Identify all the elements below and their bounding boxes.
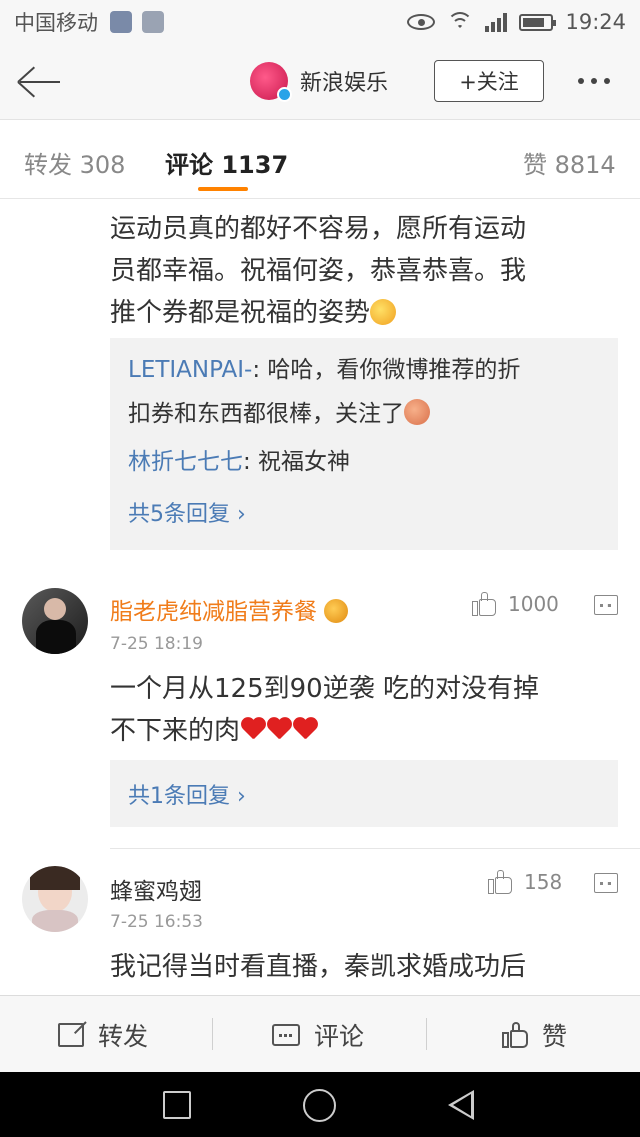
account-info[interactable]: 新浪娱乐: [250, 62, 389, 102]
more-replies-link[interactable]: 共1条回复 ›: [128, 778, 246, 810]
repost-button[interactable]: 转发: [58, 996, 148, 1073]
heart-emoji-icon: [240, 718, 266, 742]
reply-username[interactable]: LETIANPAI-: [128, 357, 252, 383]
reply-item[interactable]: 林折七七七: 祝福女神: [128, 444, 606, 480]
thumb-up-icon: [488, 870, 512, 894]
comment-time: 7-25 18:19: [110, 634, 203, 654]
wifi-icon: [447, 12, 474, 32]
tab-repost[interactable]: 转发 308: [24, 145, 125, 180]
active-tab-indicator: [198, 187, 248, 191]
reply-box[interactable]: 共1条回复 ›: [110, 760, 618, 827]
comment-item: 蜂蜜鸡翅 7-25 16:53 158 我记得当时看直播，秦凯求婚成功后: [0, 850, 640, 995]
like-button[interactable]: 158: [488, 870, 562, 894]
comment-icon: [272, 1023, 300, 1046]
comment-button[interactable]: 评论: [272, 996, 364, 1073]
crown-emoji-icon: [324, 599, 349, 623]
clock: 19:24: [565, 10, 626, 34]
comment-text: 一个月从125到90逆袭 吃的对没有掉 不下来的肉: [110, 674, 539, 746]
tab-likes[interactable]: 赞 8814: [523, 145, 616, 180]
account-avatar: [250, 62, 292, 102]
recent-apps-icon[interactable]: [163, 1091, 191, 1119]
comment-time: 7-25 16:53: [110, 912, 203, 932]
status-bar: 中国移动 19:24: [0, 0, 640, 44]
avatar[interactable]: [22, 588, 88, 654]
home-icon[interactable]: [303, 1089, 336, 1122]
reply-icon[interactable]: [594, 873, 618, 893]
divider: [110, 848, 640, 849]
thumb-up-icon: [502, 1021, 528, 1048]
tab-bar: 转发 308 评论 1137 赞 8814: [0, 121, 640, 199]
verified-badge-icon: [277, 87, 292, 102]
comment-username[interactable]: 脂老虎纯减脂营养餐: [110, 592, 349, 626]
like-button[interactable]: 1000: [472, 592, 559, 616]
like-count: 158: [524, 870, 563, 894]
eye-comfort-icon: [407, 14, 436, 30]
heart-emoji-icon: [266, 718, 292, 742]
like-post-button[interactable]: 赞: [502, 996, 567, 1073]
app-notification-icon: [110, 11, 132, 33]
divider: [212, 1018, 213, 1050]
comment-text: 运动员真的都好不容易，愿所有运动 员都幸福。祝福何姿，恭喜恭喜。我 推个券都是祝…: [110, 214, 527, 328]
reply-item-continued: 扣券和东西都很棒，关注了: [128, 396, 606, 432]
like-count: 1000: [508, 592, 559, 616]
heart-emoji-icon: [292, 718, 318, 742]
follow-button[interactable]: +关注: [434, 60, 544, 102]
blessing-emoji-icon: [370, 299, 397, 325]
back-icon[interactable]: [448, 1090, 474, 1120]
thumb-up-icon: [472, 592, 496, 616]
system-nav-bar: [0, 1072, 640, 1137]
action-bar: 转发 评论 赞: [0, 995, 640, 1072]
more-options-icon[interactable]: [578, 78, 610, 84]
comment-list: 运动员真的都好不容易，愿所有运动 员都幸福。祝福何姿，恭喜恭喜。我 推个券都是祝…: [0, 200, 640, 995]
share-icon: [58, 1022, 84, 1047]
battery-icon: [519, 13, 557, 31]
more-replies-link[interactable]: 共5条回复 ›: [128, 496, 246, 528]
bear-emoji-icon: [404, 399, 430, 425]
comment-text: 我记得当时看直播，秦凯求婚成功后: [110, 952, 527, 982]
reply-icon[interactable]: [594, 595, 618, 615]
reply-box[interactable]: LETIANPAI-: 哈哈，看你微博推荐的折 扣券和东西都很棒，关注了 林折七…: [110, 338, 618, 550]
account-name: 新浪娱乐: [300, 71, 389, 96]
reply-item[interactable]: LETIANPAI-: 哈哈，看你微博推荐的折: [128, 352, 606, 388]
carrier-label: 中国移动: [14, 11, 98, 35]
tab-comments[interactable]: 评论 1137: [165, 145, 288, 180]
avatar[interactable]: [22, 866, 88, 932]
signal-icon: [485, 12, 508, 32]
reply-username[interactable]: 林折七七七: [128, 449, 243, 475]
back-arrow-icon[interactable]: [17, 64, 62, 100]
comment-item: 脂老虎纯减脂营养餐 7-25 18:19 1000 一个月从125到90逆袭 吃…: [0, 570, 640, 850]
image-notification-icon: [142, 11, 164, 33]
comment-username[interactable]: 蜂蜜鸡翅: [110, 872, 202, 906]
divider: [426, 1018, 427, 1050]
top-bar: 新浪娱乐 +关注: [0, 44, 640, 120]
